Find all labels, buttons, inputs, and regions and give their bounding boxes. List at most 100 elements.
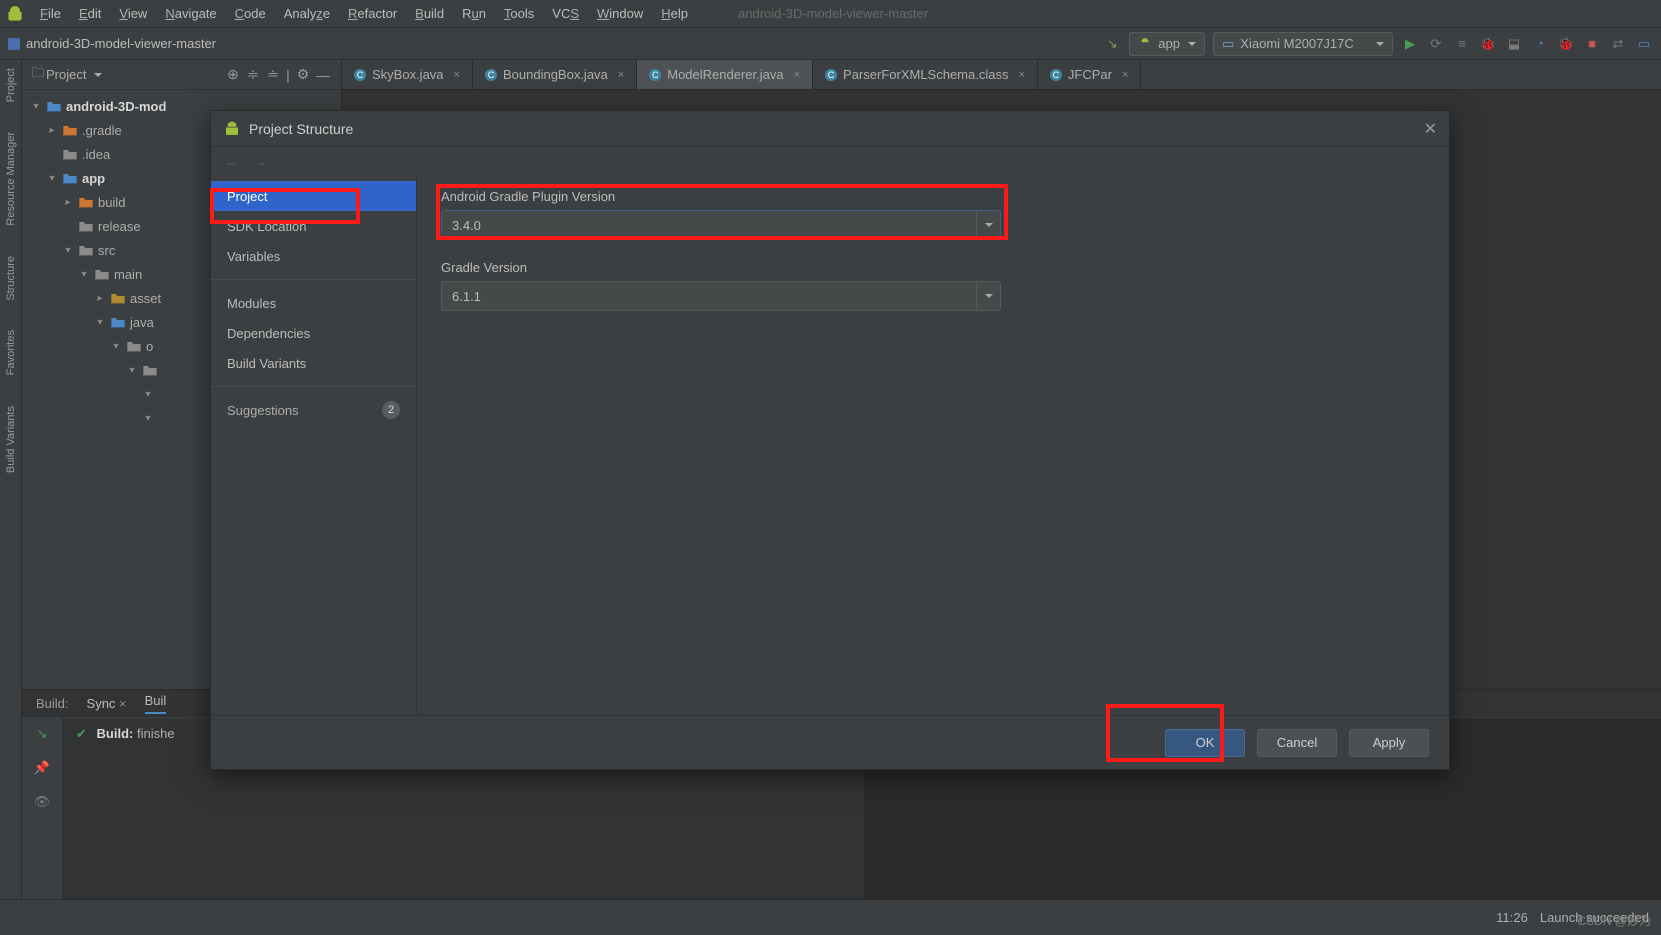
- build-status-text: finishe: [137, 726, 175, 741]
- nav-back-icon[interactable]: ←: [225, 154, 238, 169]
- menu-help[interactable]: Help: [653, 3, 696, 24]
- apply-button[interactable]: Apply: [1349, 729, 1429, 757]
- avd-icon[interactable]: ▭: [1635, 35, 1653, 53]
- agp-version-combo[interactable]: [441, 210, 1001, 240]
- sidebar-item-project[interactable]: Project: [211, 181, 416, 211]
- menu-build[interactable]: Build: [407, 3, 452, 24]
- device-label: Xiaomi M2007J17C: [1240, 36, 1353, 51]
- status-bar: 11:26 Launch succeeded: [0, 899, 1661, 935]
- gradle-label: Gradle Version: [441, 260, 1425, 275]
- close-icon[interactable]: ✕: [1424, 119, 1437, 139]
- project-name-hint: android-3D-model-viewer-master: [738, 6, 928, 21]
- sidebar-item-sdk[interactable]: SDK Location: [211, 211, 416, 241]
- attach-debug-icon[interactable]: 🐞: [1557, 35, 1575, 53]
- class-icon: C: [825, 69, 837, 81]
- agp-version-input[interactable]: [452, 218, 990, 233]
- chevron-down-icon[interactable]: [976, 282, 1000, 310]
- sidebar-item-buildvariants[interactable]: Build Variants: [211, 348, 416, 378]
- toolbar: android-3D-model-viewer-master ↘ app ▭ X…: [0, 28, 1661, 60]
- rail-buildvariants[interactable]: Build Variants: [5, 406, 17, 473]
- make-icon[interactable]: ↘: [1103, 35, 1121, 53]
- build-status-prefix: Build:: [97, 726, 134, 741]
- build-show-icon[interactable]: 👁: [34, 794, 51, 810]
- rerun-icon[interactable]: ⟳: [1427, 35, 1445, 53]
- run-config-label: app: [1158, 36, 1180, 51]
- menu-bar: File Edit View Navigate Code Analyze Ref…: [0, 0, 1661, 28]
- android-icon: [223, 120, 241, 138]
- menu-tools[interactable]: Tools: [496, 3, 542, 24]
- run-config-combo[interactable]: app: [1129, 32, 1205, 56]
- minimize-icon[interactable]: —: [313, 67, 333, 83]
- project-structure-dialog: Project Structure ✕ ← → Project SDK Loca…: [210, 110, 1450, 770]
- dialog-sidebar: Project SDK Location Variables Modules D…: [211, 175, 417, 715]
- rail-structure[interactable]: Structure: [5, 256, 17, 301]
- editor-tab[interactable]: CBoundingBox.java×: [473, 60, 637, 89]
- class-icon: C: [1050, 69, 1062, 81]
- suggestions-badge: 2: [382, 401, 400, 419]
- sidebar-item-dependencies[interactable]: Dependencies: [211, 318, 416, 348]
- module-icon: [8, 38, 20, 50]
- class-icon: C: [485, 69, 497, 81]
- collapse-icon[interactable]: ≐: [263, 66, 283, 83]
- menu-refactor[interactable]: Refactor: [340, 3, 405, 24]
- rail-resmgr[interactable]: Resource Manager: [5, 132, 17, 226]
- close-tab-icon[interactable]: ×: [454, 69, 460, 81]
- cancel-button[interactable]: Cancel: [1257, 729, 1337, 757]
- sidebar-item-modules[interactable]: Modules: [211, 288, 416, 318]
- build-tab-sync[interactable]: Sync ×: [87, 696, 127, 711]
- nav-forward-icon[interactable]: →: [254, 154, 267, 169]
- build-rerun-icon[interactable]: ↘: [37, 726, 48, 742]
- editor-tab[interactable]: CModelRenderer.java×: [637, 60, 813, 89]
- build-pin-icon[interactable]: 📌: [34, 760, 50, 776]
- build-success-icon: ✔: [76, 726, 87, 741]
- android-icon: [1138, 37, 1152, 51]
- rail-project[interactable]: Project: [5, 68, 17, 102]
- close-tab-icon[interactable]: ×: [794, 69, 800, 81]
- chevron-down-icon[interactable]: [976, 211, 1000, 239]
- menu-icon[interactable]: ≡: [1453, 35, 1471, 53]
- device-icon: ▭: [1222, 36, 1234, 52]
- menu-code[interactable]: Code: [227, 3, 274, 24]
- menu-navigate[interactable]: Navigate: [157, 3, 224, 24]
- close-tab-icon[interactable]: ×: [618, 69, 624, 81]
- menu-view[interactable]: View: [111, 3, 155, 24]
- gradle-version-input[interactable]: [452, 289, 990, 304]
- agp-label: Android Gradle Plugin Version: [441, 189, 1425, 204]
- build-tab-build[interactable]: Buil: [145, 693, 167, 714]
- menu-run[interactable]: Run: [454, 3, 494, 24]
- debug-icon[interactable]: 🐞: [1479, 35, 1497, 53]
- menu-analyze[interactable]: Analyze: [276, 3, 338, 24]
- expand-icon[interactable]: ≑: [243, 66, 263, 83]
- rail-favorites[interactable]: Favorites: [5, 330, 17, 375]
- close-tab-icon[interactable]: ×: [1018, 69, 1024, 81]
- status-time: 11:26: [1496, 910, 1528, 925]
- menu-vcs[interactable]: VCS: [544, 3, 587, 24]
- menu-file[interactable]: File: [32, 3, 69, 24]
- menu-edit[interactable]: Edit: [71, 3, 109, 24]
- run-icon[interactable]: ▶: [1401, 35, 1419, 53]
- breadcrumb[interactable]: android-3D-model-viewer-master: [26, 36, 216, 51]
- build-label: Build:: [36, 696, 69, 711]
- settings-icon[interactable]: ⚙: [293, 66, 313, 83]
- locate-icon[interactable]: ⊕: [223, 66, 243, 83]
- device-combo[interactable]: ▭ Xiaomi M2007J17C: [1213, 32, 1393, 56]
- editor-tab[interactable]: CSkyBox.java×: [342, 60, 473, 89]
- ok-button[interactable]: OK: [1165, 729, 1245, 757]
- editor-tab[interactable]: CJFCPar×: [1038, 60, 1142, 89]
- coverage-icon[interactable]: ⬓: [1505, 35, 1523, 53]
- android-logo-icon: [6, 5, 24, 23]
- editor-tab[interactable]: CParserForXMLSchema.class×: [813, 60, 1038, 89]
- stop-icon[interactable]: ■: [1583, 35, 1601, 53]
- sidebar-item-suggestions[interactable]: Suggestions 2: [211, 395, 416, 425]
- menu-window[interactable]: Window: [589, 3, 651, 24]
- sidebar-item-variables[interactable]: Variables: [211, 241, 416, 271]
- watermark: CSDN @妙为: [1577, 912, 1651, 929]
- editor-tabs: CSkyBox.java×CBoundingBox.java×CModelRen…: [342, 60, 1661, 90]
- dialog-content: Android Gradle Plugin Version Gradle Ver…: [417, 175, 1449, 715]
- sync-icon[interactable]: ⇄: [1609, 35, 1627, 53]
- left-tool-rail: Project Resource Manager Structure Favor…: [0, 60, 22, 899]
- profiler-icon[interactable]: ◔: [1531, 35, 1549, 53]
- gradle-version-combo[interactable]: [441, 281, 1001, 311]
- project-view-title[interactable]: Project: [46, 67, 102, 82]
- close-tab-icon[interactable]: ×: [1122, 69, 1128, 81]
